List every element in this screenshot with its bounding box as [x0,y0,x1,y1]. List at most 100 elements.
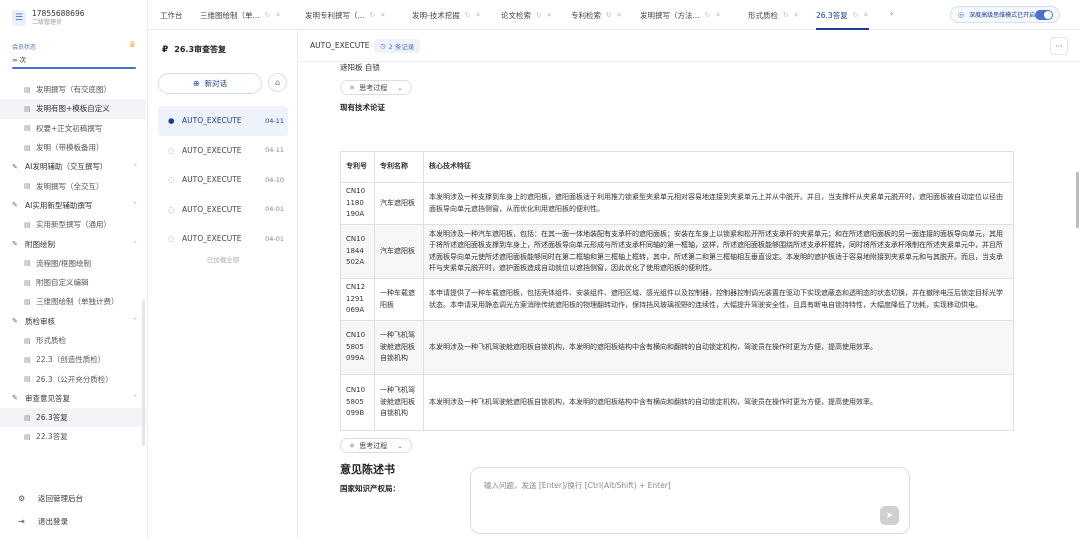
sidebar-item-2[interactable]: ▤ 权要+正文初稿撰写 [0,119,146,138]
conversation-item[interactable]: ◌ AUTO_EXECUTE 04-01 [158,195,288,225]
chevron-right-icon[interactable]: › [890,9,893,18]
document-icon: ▤ [24,432,31,441]
user-info[interactable]: ☰ 17855688696 二级管理员 [12,9,85,27]
think-label: 思考过程 [359,441,388,450]
main-scrollbar[interactable] [1076,172,1079,228]
sidebar-item-label: 发明有图+模板自定义 [36,104,110,114]
deep-mode-toggle[interactable]: ◎ 深度高级思维模式已开启 [950,6,1060,23]
conversation-item[interactable]: ◌ AUTO_EXECUTE 04-11 [158,136,288,166]
refresh-icon[interactable]: ↻ [783,11,788,19]
send-button[interactable]: ➤ [880,506,899,525]
sidebar-item-3[interactable]: ▤ 发明（带模板备用） [0,138,146,157]
tab-label: 发明-技术挖掘 [412,10,460,20]
more-icon: ··· [1055,41,1063,51]
close-icon[interactable]: ✕ [380,11,385,19]
toggle-switch[interactable] [1035,10,1053,20]
sidebar-item-10[interactable]: ▤ 22.3（创造性质检） [0,350,146,369]
document-icon: ▤ [24,182,31,191]
conversation-date: 04-10 [265,175,284,184]
new-chat-button[interactable]: ⊕ 新对话 [158,73,262,94]
cell-feature: 本申请提供了一种车载遮阳板，包括壳体组件、安装组件、遮阳区域、感光组件以及控制器… [423,278,1014,321]
sidebar-item-7[interactable]: ▤ 附图自定义编辑 [0,273,146,292]
conversation-label: AUTO_EXECUTE [182,234,242,244]
document-icon: ▤ [24,375,31,384]
member-label: 会员状态 [12,44,37,51]
chat-bubble-icon: ◌ [168,175,175,185]
office-label: 国家知识产权局： [340,484,400,493]
sidebar-item-label: 26.3答复 [36,413,68,423]
tab-3[interactable]: 发明-技术挖掘 ↻ ✕ [412,0,481,30]
close-icon[interactable]: ✕ [546,11,551,19]
sidebar-item-6[interactable]: ▤ 流程图/框图绘制 [0,254,146,273]
conversation-panel: ₽ 26.3审查答复 ⊕ 新对话 ⌂ ● AUTO_EXECUTE 04-11 ◌ AU… [148,30,298,538]
sidebar-item-4[interactable]: ▤ 发明撰写（全交互） [0,176,146,195]
conv-header: ₽ 26.3审查答复 [162,44,226,55]
logout-link[interactable]: ⇥ 退出登录 [18,516,68,527]
home-button[interactable]: ⌂ [268,73,287,92]
app-logo-icon: ₽ [162,44,169,55]
sidebar-item-label: 权要+正文初稿撰写 [36,123,103,133]
think-process-toggle[interactable]: ⚛ 思考过程 ⌄ [340,80,412,95]
chat-input-placeholder[interactable]: 输入问题，发送 [Enter]/换行 [Ctrl(Alt/Shift) + En… [484,480,671,491]
refresh-icon[interactable]: ↻ [370,11,375,19]
sidebar-item-9[interactable]: ▤ 形式质检 [0,331,146,350]
tab-2[interactable]: 发明专利撰写（... ↻ ✕ [305,0,386,30]
tab-label: 工作台 [160,10,183,20]
conversation-list: ● AUTO_EXECUTE 04-11 ◌ AUTO_EXECUTE 04-11 ◌ AUT… [158,106,288,254]
chat-input-box[interactable]: 输入问题，发送 [Enter]/换行 [Ctrl(Alt/Shift) + En… [470,467,910,534]
refresh-icon[interactable]: ↻ [265,11,270,19]
conversation-item[interactable]: ◌ AUTO_EXECUTE 04-01 [158,224,288,254]
close-icon[interactable]: ✕ [863,11,868,19]
tab-6[interactable]: 发明撰写（方法... ↻ ✕ [640,0,721,30]
new-chat-label: 新对话 [204,79,228,88]
refresh-icon[interactable]: ↻ [606,11,611,19]
refresh-icon[interactable]: ↻ [465,11,470,19]
sidebar-item-1[interactable]: ▤ 发明有图+模板自定义 [0,99,146,119]
sidebar-group-4[interactable]: ✎ 审查意见答复 ⌃ [0,389,146,408]
conv-title: 26.3审查答复 [174,45,227,54]
tab-4[interactable]: 论文检索 ↻ ✕ [501,0,552,30]
sidebar-item-8[interactable]: ▤ 三维图绘制（单独计费） [0,292,146,311]
conversation-date: 04-11 [265,146,284,155]
refresh-icon[interactable]: ↻ [705,11,710,19]
sidebar-group-0[interactable]: ✎ AI发明辅助（交互撰写） ⌃ [0,157,146,176]
menu-icon[interactable]: ☰ [12,10,26,26]
close-icon[interactable]: ✕ [475,11,480,19]
tab-7[interactable]: 形式质检 ↻ ✕ [748,0,799,30]
tab-0[interactable]: 工作台 [160,0,183,30]
close-icon[interactable]: ✕ [793,11,798,19]
cell-no: CN10 5805 099B [340,374,375,431]
sidebar-group-3[interactable]: ✎ 质检审核 ⌃ [0,312,146,331]
chat-bubble-icon: ◌ [168,204,175,214]
sidebar-item-5[interactable]: ▤ 实用新型撰写（通用） [0,215,146,234]
sidebar-item-label: 22.3（创造性质检） [36,355,106,365]
close-icon[interactable]: ✕ [275,11,280,19]
clock-icon: ◷ [380,42,386,50]
sidebar-group-label: 质检审核 [25,316,55,326]
close-icon[interactable]: ✕ [616,11,621,19]
close-icon[interactable]: ✕ [715,11,720,19]
sidebar-item-0[interactable]: ▤ 发明撰写（有交底图） [0,80,146,99]
sidebar-item-11[interactable]: ▤ 26.3（公开充分质检） [0,369,146,388]
sidebar-group-1[interactable]: ✎ AI实用新型辅助撰写 ⌃ [0,196,146,215]
admin-back-link[interactable]: ⚙ 返回管理后台 [18,493,83,504]
tab-1[interactable]: 三维图绘制（单... ↻ ✕ [200,0,281,30]
toggle-knob [1044,11,1052,19]
cell-feature: 本发明涉及一种支撑到车身上的遮阳板，遮阳面板适于利用推力锁紧型夹紧单元相对容易地… [423,182,1014,225]
record-count-badge[interactable]: ◷ 2 条记录 [374,39,421,53]
more-options-button[interactable]: ··· [1050,37,1068,55]
chevron-up-icon: ⌃ [132,162,138,171]
sidebar-item-13[interactable]: ▤ 22.3答复 [0,427,146,446]
refresh-icon[interactable]: ↻ [853,11,858,19]
record-count-label: 2 条记录 [388,43,415,51]
think-process-toggle-2[interactable]: ⚛ 思考过程 ⌄ [340,438,412,453]
member-value: ∞ 次 [12,56,26,64]
tab-5[interactable]: 专利检索 ↻ ✕ [571,0,622,30]
tab-8[interactable]: 26.3答复 ↻ ✕ [816,0,869,30]
sidebar-group-2[interactable]: ✎ 附图绘制 ⌃ [0,234,146,253]
refresh-icon[interactable]: ↻ [536,11,541,19]
conversation-item[interactable]: ◌ AUTO_EXECUTE 04-10 [158,165,288,195]
sidebar-item-12[interactable]: ▤ 26.3答复 [0,408,146,428]
sidebar-scrollbar[interactable] [142,300,145,446]
conversation-item[interactable]: ● AUTO_EXECUTE 04-11 [158,106,288,136]
